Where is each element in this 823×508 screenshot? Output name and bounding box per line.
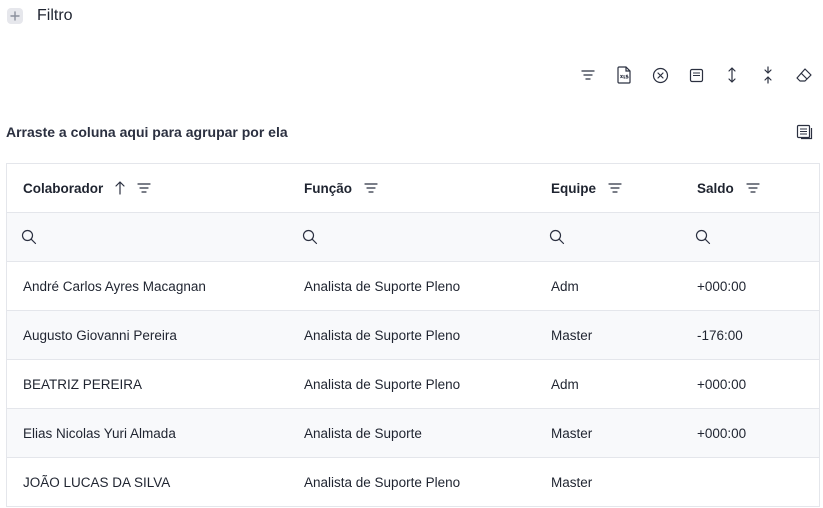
cell-funcao: Analista de Suporte Pleno xyxy=(304,278,461,294)
search-icon xyxy=(21,229,37,245)
eraser-icon xyxy=(796,68,812,82)
group-panel[interactable]: Arraste a coluna aqui para agrupar por e… xyxy=(6,121,816,143)
table-row[interactable]: Elias Nicolas Yuri Almada Analista de Su… xyxy=(7,409,819,458)
cell-funcao: Analista de Suporte Pleno xyxy=(304,327,461,343)
column-header-saldo[interactable]: Saldo xyxy=(681,181,819,196)
table-row[interactable]: JOÃO LUCAS DA SILVA Analista de Suporte … xyxy=(7,458,819,507)
column-chooser-icon xyxy=(796,124,813,140)
filter-title: Filtro xyxy=(37,7,73,24)
export-xls-icon xyxy=(617,66,631,84)
export-xls-button[interactable] xyxy=(606,64,642,86)
filter-lines-button[interactable] xyxy=(570,64,606,86)
cell-equipe: Adm xyxy=(551,278,579,294)
form-button[interactable] xyxy=(678,64,714,86)
column-header-equipe[interactable]: Equipe xyxy=(535,181,681,196)
cell-colaborador: BEATRIZ PEREIRA xyxy=(23,376,143,392)
filter-cell-equipe[interactable] xyxy=(535,229,681,245)
group-panel-text: Arraste a coluna aqui para agrupar por e… xyxy=(6,124,288,140)
expand-filter-button[interactable] xyxy=(7,8,23,24)
filter-cell-colaborador[interactable] xyxy=(7,229,288,245)
filter-cell-funcao[interactable] xyxy=(288,229,535,245)
clear-filter-button[interactable] xyxy=(642,64,678,86)
header-filter-icon[interactable] xyxy=(137,182,151,194)
cell-equipe: Master xyxy=(551,474,593,490)
cell-equipe: Adm xyxy=(551,376,579,392)
grid-toolbar xyxy=(570,64,822,86)
eraser-button[interactable] xyxy=(786,64,822,86)
cell-colaborador: Augusto Giovanni Pereira xyxy=(23,327,177,343)
collapse-rows-button[interactable] xyxy=(750,64,786,86)
cell-colaborador: André Carlos Ayres Macagnan xyxy=(23,278,206,294)
cell-equipe: Master xyxy=(551,425,593,441)
header-filter-icon[interactable] xyxy=(746,182,760,194)
data-grid: Colaborador Função Equipe Saldo André Ca… xyxy=(6,163,820,507)
plus-icon xyxy=(10,11,20,21)
column-header-label: Função xyxy=(304,180,353,196)
sort-ascending-icon[interactable] xyxy=(115,181,125,195)
column-header-funcao[interactable]: Função xyxy=(288,181,535,196)
search-icon xyxy=(695,229,711,245)
cell-saldo: +000:00 xyxy=(697,425,747,441)
header-filter-icon[interactable] xyxy=(364,182,378,194)
column-chooser-button[interactable] xyxy=(794,121,816,143)
expand-rows-button[interactable] xyxy=(714,64,750,86)
cell-funcao: Analista de Suporte xyxy=(304,425,422,441)
header-row: Colaborador Função Equipe Saldo xyxy=(7,164,819,213)
clear-filter-icon xyxy=(652,67,668,83)
filter-lines-icon xyxy=(581,70,595,80)
cell-funcao: Analista de Suporte Pleno xyxy=(304,474,461,490)
filter-cell-saldo[interactable] xyxy=(681,229,819,245)
column-header-label: Colaborador xyxy=(23,180,104,196)
column-header-label: Equipe xyxy=(551,180,597,196)
form-icon xyxy=(689,68,703,82)
filter-row xyxy=(7,213,819,262)
cell-saldo: -176:00 xyxy=(697,327,743,343)
cell-saldo: +000:00 xyxy=(697,278,747,294)
table-row[interactable]: André Carlos Ayres Macagnan Analista de … xyxy=(7,262,819,311)
column-header-colaborador[interactable]: Colaborador xyxy=(7,181,288,196)
cell-funcao: Analista de Suporte Pleno xyxy=(304,376,461,392)
cell-colaborador: Elias Nicolas Yuri Almada xyxy=(23,425,176,441)
table-row[interactable]: BEATRIZ PEREIRA Analista de Suporte Plen… xyxy=(7,360,819,409)
expand-rows-icon xyxy=(728,67,736,83)
filter-bar: Filtro xyxy=(7,5,73,27)
collapse-rows-icon xyxy=(764,66,772,84)
cell-colaborador: JOÃO LUCAS DA SILVA xyxy=(23,474,171,490)
cell-equipe: Master xyxy=(551,327,593,343)
search-icon xyxy=(549,229,565,245)
header-filter-icon[interactable] xyxy=(608,182,622,194)
column-header-label: Saldo xyxy=(697,180,734,196)
table-row[interactable]: Augusto Giovanni Pereira Analista de Sup… xyxy=(7,311,819,360)
search-icon xyxy=(302,229,318,245)
cell-saldo: +000:00 xyxy=(697,376,747,392)
